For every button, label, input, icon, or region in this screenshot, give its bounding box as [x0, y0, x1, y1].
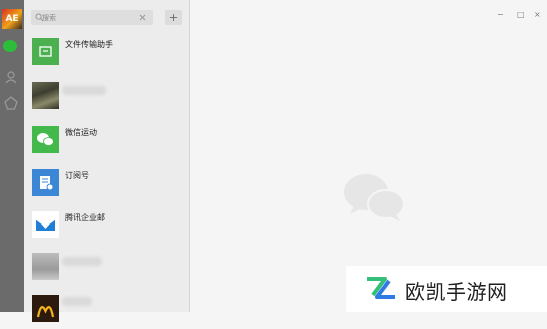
close-button[interactable]: × [534, 10, 541, 20]
blurred-name [62, 86, 106, 95]
watermark-text: 欧凯手游网 [405, 280, 508, 304]
list-item-label: 微信运动 [65, 128, 97, 137]
search-clear-icon[interactable] [138, 13, 147, 22]
tencent-mail-icon [32, 211, 59, 238]
wechat-run-icon [32, 126, 59, 153]
list-item-wechat-run[interactable]: 微信运动 [24, 120, 189, 160]
subscription-icon [32, 169, 59, 196]
mcdonalds-avatar [32, 295, 59, 322]
list-item-subscriptions[interactable]: 订阅号 [24, 163, 189, 203]
contact-avatar [32, 82, 59, 109]
conversation-list: + 文件传输助手 微信运动 订阅号 腾讯企业邮 [24, 0, 190, 322]
list-item-label: 腾讯企业邮 [65, 213, 105, 222]
contacts-icon[interactable] [4, 70, 18, 84]
wechat-logo-icon [344, 174, 405, 221]
blurred-name [62, 297, 92, 306]
search-box[interactable] [31, 10, 153, 25]
minimize-button[interactable]: − [497, 10, 504, 20]
list-item-contact[interactable] [24, 76, 189, 116]
search-input[interactable] [42, 10, 134, 25]
list-item-label: 文件传输助手 [65, 40, 113, 49]
watermark-logo-icon [367, 277, 395, 299]
list-item-contact[interactable] [24, 247, 189, 287]
list-item-contact[interactable] [24, 289, 189, 329]
chat-tab-icon[interactable] [3, 40, 17, 52]
blurred-name [62, 257, 102, 266]
nav-rail: AE [0, 0, 24, 312]
watermark: 欧凯手游网 [346, 266, 547, 312]
list-item-tencent-mail[interactable]: 腾讯企业邮 [24, 205, 189, 245]
folder-icon [32, 38, 59, 65]
maximize-button[interactable]: □ [517, 10, 525, 20]
add-conversation-button[interactable]: + [165, 10, 182, 25]
user-avatar[interactable]: AE [2, 9, 22, 29]
list-item-file-transfer[interactable]: 文件传输助手 [24, 32, 189, 72]
list-item-label: 订阅号 [65, 171, 89, 180]
contact-avatar [32, 253, 59, 280]
favorites-icon[interactable] [4, 96, 18, 110]
